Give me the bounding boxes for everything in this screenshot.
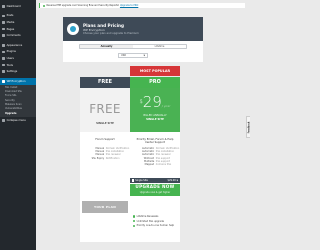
sidebar-item-tools[interactable]: Tools <box>0 62 36 69</box>
plan-pro-site: SINGLE SITE <box>146 118 164 122</box>
sidebar-item-media[interactable]: Media <box>0 19 36 26</box>
user-icon <box>2 57 5 60</box>
plan-pro-support: Priority Email, Forum & Help Center Supp… <box>136 138 174 145</box>
sidebar-submenu: SSL Install Download SSL Force SSL Secur… <box>0 84 36 118</box>
plan-free-price: FREE SINGLE SITE <box>80 88 130 132</box>
plan-pro-price: $29/ year BILLED ANNUALLY SINGLE SITE <box>130 88 180 132</box>
comment-icon <box>2 34 5 37</box>
notice-upgrade-link[interactable]: Upgrade to PRO <box>120 4 138 7</box>
plan-free-support: Forum Support <box>95 138 115 141</box>
sidebar-item-dashboard[interactable]: Dashboard <box>0 3 36 10</box>
plan-free-title: FREE <box>80 77 130 88</box>
collapse-menu-button[interactable]: Collapse menu <box>0 117 36 124</box>
plan-free-site: SINGLE SITE <box>96 122 114 125</box>
sidebar-item-users[interactable]: Users <box>0 55 36 62</box>
collapse-icon <box>2 119 5 122</box>
most-popular-badge: MOST POPULAR <box>130 66 180 76</box>
tab-lifetime[interactable]: Lifetime <box>133 45 186 48</box>
dashboard-icon <box>2 5 5 8</box>
plan-pro-features: Automatic Domain Verification Automatic SS… <box>130 146 180 170</box>
wp-encryption-logo <box>67 23 79 35</box>
sidebar-item-wp-encryption[interactable]: WP Encryption <box>0 77 36 85</box>
feedback-tab[interactable]: Feedback <box>246 116 251 138</box>
plan-free-features: Manual Domain Verification Manual SSL inst… <box>80 146 130 170</box>
plans-header: Plans and Pricing WP Encryption Choose y… <box>63 17 203 41</box>
your-plan-button[interactable]: YOUR PLAN <box>82 201 128 213</box>
billing-controls: Annually Lifetime USD ▼ <box>63 41 203 62</box>
tab-annually[interactable]: Annually <box>80 45 133 48</box>
sidebar-item-appearance[interactable]: Appearance <box>0 42 36 49</box>
price-value: 29 <box>142 93 162 111</box>
pro-guarantees: Lifetime Renewals Unlimited SSL upgrade … <box>130 214 180 228</box>
page-icon <box>2 27 5 31</box>
list-item: Priority one-to-one human help <box>130 224 180 229</box>
chevron-down-icon: ▼ <box>143 55 145 57</box>
sidebar-item-plugins[interactable]: Plugins <box>0 49 36 56</box>
feature-row: Mapped domains SSL <box>144 163 172 167</box>
plugin-icon <box>2 50 5 54</box>
plan-free: FREE FREE SINGLE SITE Forum Support Manu… <box>80 77 130 242</box>
check-icon <box>133 215 136 218</box>
check-icon <box>133 220 136 223</box>
admin-sidebar: Dashboard Posts Media Pages Comments App… <box>0 0 36 250</box>
billing-note: BILLED ANNUALLY <box>143 114 167 117</box>
pin-icon <box>2 14 5 18</box>
lock-icon <box>2 79 5 83</box>
plan-pro-title: PRO <box>130 77 180 88</box>
billing-cycle-toggle: Annually Lifetime <box>79 44 187 49</box>
wrench-icon <box>2 63 5 67</box>
page-description: Choose your plan and upgrade to Premium <box>83 31 139 35</box>
settings-icon <box>2 70 5 73</box>
media-icon <box>2 21 5 24</box>
success-icon <box>43 4 45 7</box>
submenu-upgrade[interactable]: Upgrade <box>0 112 36 116</box>
check-icon <box>133 224 136 228</box>
feature-row: SSL Expiry Notification <box>91 156 120 160</box>
admin-notice: Reverse PHP upgrade cool Scanning flow a… <box>39 3 245 8</box>
checkbox-icon <box>132 179 135 182</box>
chevron-down-icon: ▼ <box>175 179 178 182</box>
upgrade-now-button[interactable]: UPGRADE NOW Upgrade now & get higher <box>130 184 180 196</box>
sidebar-item-comments[interactable]: Comments <box>0 32 36 39</box>
currency-select[interactable]: USD ▼ <box>118 53 148 58</box>
sidebar-item-pages[interactable]: Pages <box>0 26 36 33</box>
sidebar-item-posts[interactable]: Posts <box>0 13 36 20</box>
sidebar-item-settings[interactable]: Settings <box>0 68 36 75</box>
license-select[interactable]: Single Site $29.00 ▼ <box>130 178 180 183</box>
brush-icon <box>2 43 5 47</box>
